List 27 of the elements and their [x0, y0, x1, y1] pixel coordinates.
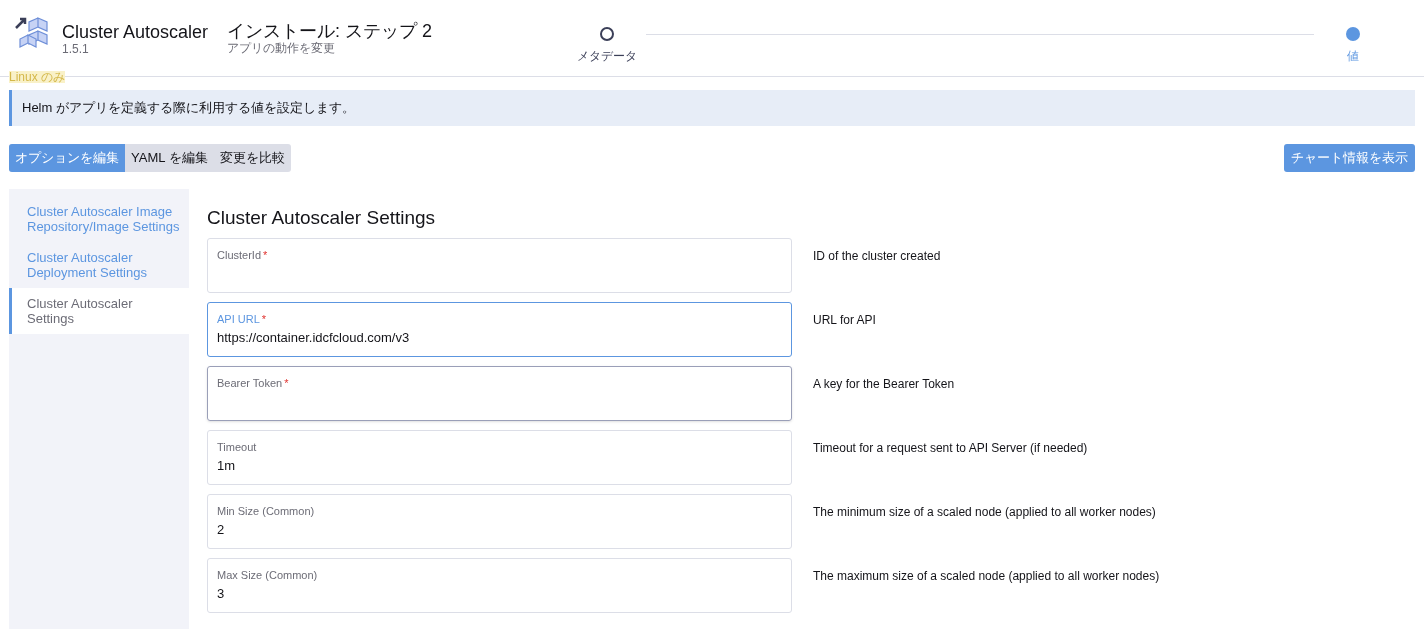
section-title: Cluster Autoscaler Settings [207, 206, 437, 230]
info-banner: Helm がアプリを定義する際に利用する値を設定します。 [9, 90, 1415, 126]
page-title: インストール: ステップ 2 [227, 20, 433, 42]
text-field[interactable]: API URL * https://container.idcfcloud.com/v3 [207, 302, 792, 357]
page-subtitle: アプリの動作を変更 [227, 42, 337, 55]
show-chart-info-button[interactable]: チャート情報を表示 [1284, 144, 1415, 172]
os-badge: Linux のみ [9, 71, 66, 83]
field-description: ID of the cluster created [813, 248, 941, 265]
step-label[interactable]: メタデータ [577, 47, 638, 65]
mode-tab[interactable]: YAML を編集 [125, 144, 214, 172]
app-name: Cluster Autoscaler [62, 21, 209, 43]
field-description: A key for the Bearer Token [813, 376, 955, 393]
app-cubes-icon [14, 16, 50, 48]
field-description: URL for API [813, 312, 876, 329]
text-field[interactable]: Max Size (Common) 3 [207, 558, 792, 613]
step-label[interactable]: 値 [1347, 47, 1360, 65]
text-field[interactable]: Min Size (Common) 2 [207, 494, 792, 549]
mode-tab[interactable]: 変更を比較 [213, 144, 291, 172]
text-field[interactable]: Bearer Token * [207, 366, 792, 421]
mode-tab[interactable]: オプションを編集 [9, 144, 125, 172]
app-version: 1.5.1 [62, 43, 90, 56]
text-field[interactable]: ClusterId * [207, 238, 792, 293]
field-description: The minimum size of a scaled node (applied to all worker nodes) [813, 504, 1156, 521]
sidebar-item[interactable]: Cluster Autoscaler Settings [9, 288, 189, 334]
field-description: Timeout for a request sent to API Server (if needed) [813, 440, 1088, 457]
text-field[interactable]: Timeout 1m [207, 430, 792, 485]
field-description: The maximum size of a scaled node (applied to all worker nodes) [813, 568, 1160, 585]
